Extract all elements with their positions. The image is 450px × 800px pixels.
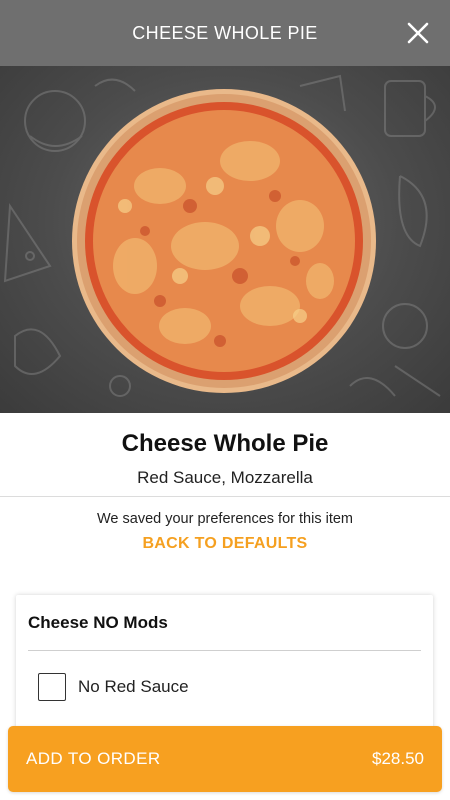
- divider: [0, 496, 450, 497]
- divider: [28, 650, 421, 651]
- pizza-image: [3, 74, 441, 397]
- page-title: CHEESE WHOLE PIE: [132, 22, 318, 43]
- close-button[interactable]: [404, 19, 432, 47]
- order-price: $28.50: [372, 749, 424, 768]
- header-bar: CHEESE WHOLE PIE: [0, 0, 450, 66]
- item-image: [0, 66, 450, 413]
- item-name: Cheese Whole Pie: [121, 430, 329, 457]
- add-to-order-label: ADD TO ORDER: [26, 749, 161, 768]
- modifier-option-no-red-sauce[interactable]: No Red Sauce: [38, 673, 189, 701]
- add-to-order-button[interactable]: ADD TO ORDER $28.50: [8, 726, 442, 792]
- modifier-option-label: No Red Sauce: [78, 677, 189, 696]
- modifier-group-title: Cheese NO Mods: [28, 613, 168, 632]
- close-icon: [407, 22, 429, 44]
- back-to-defaults-link[interactable]: BACK TO DEFAULTS: [0, 535, 450, 553]
- checkbox[interactable]: [38, 673, 66, 701]
- preferences-note: We saved your preferences for this item: [96, 511, 353, 527]
- item-description: Red Sauce, Mozzarella: [137, 468, 313, 487]
